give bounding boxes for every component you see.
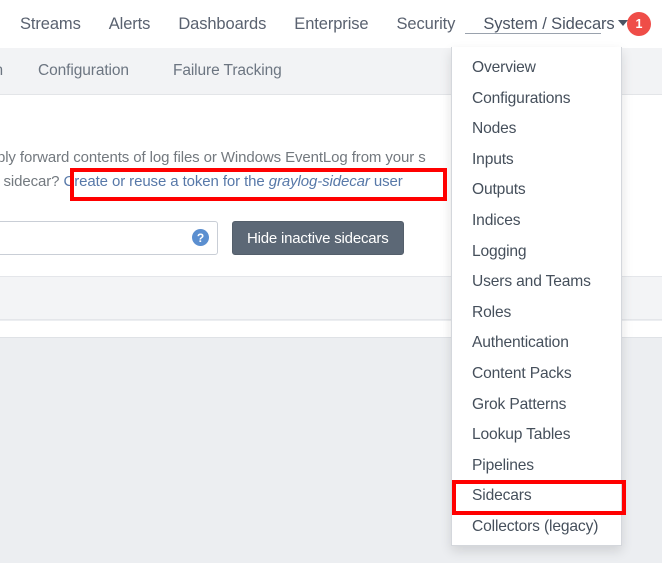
- token-link-text-before: Create or reuse a token for the: [63, 173, 269, 190]
- menu-item-content-packs[interactable]: Content Packs: [452, 359, 621, 390]
- menu-item-pipelines[interactable]: Pipelines: [452, 451, 621, 482]
- nav-item-alerts[interactable]: Alerts: [95, 16, 165, 33]
- menu-item-logging[interactable]: Logging: [452, 237, 621, 268]
- notification-badge[interactable]: 1: [627, 12, 651, 36]
- token-link-username: graylog-sidecar: [268, 173, 370, 190]
- subnav-item-failure-tracking[interactable]: Failure Tracking: [173, 62, 282, 80]
- nav-item-security[interactable]: Security: [383, 16, 470, 33]
- search-input[interactable]: [0, 221, 218, 255]
- nav-item-dashboards[interactable]: Dashboards: [164, 16, 280, 33]
- search-field-wrapper: ?: [0, 221, 218, 255]
- system-dropdown-menu: Overview Configurations Nodes Inputs Out…: [451, 47, 622, 546]
- nav-item-streams[interactable]: Streams: [6, 16, 95, 33]
- menu-item-inputs[interactable]: Inputs: [452, 145, 621, 176]
- menu-item-overview[interactable]: Overview: [452, 53, 621, 84]
- menu-item-nodes[interactable]: Nodes: [452, 114, 621, 145]
- page-description-line-2: or a sidecar? Create or reuse a token fo…: [0, 173, 403, 190]
- nav-dropdown-label: System / Sidecars: [483, 14, 615, 33]
- menu-item-configurations[interactable]: Configurations: [452, 84, 621, 115]
- menu-item-lookup-tables[interactable]: Lookup Tables: [452, 420, 621, 451]
- primary-navbar: Streams Alerts Dashboards Enterprise Sec…: [0, 0, 662, 48]
- menu-item-grok-patterns[interactable]: Grok Patterns: [452, 390, 621, 421]
- subnav-item-truncated[interactable]: on: [0, 62, 3, 80]
- nav-item-system-sidecars-dropdown[interactable]: System / Sidecars: [469, 16, 635, 33]
- app-screen: on Configuration Failure Tracking iew el…: [0, 0, 662, 563]
- menu-item-outputs[interactable]: Outputs: [452, 175, 621, 206]
- description-prefix: or a sidecar?: [0, 173, 60, 190]
- menu-item-authentication[interactable]: Authentication: [452, 328, 621, 359]
- question-mark-icon[interactable]: ?: [192, 229, 209, 246]
- menu-item-users-and-teams[interactable]: Users and Teams: [452, 267, 621, 298]
- nav-item-enterprise[interactable]: Enterprise: [280, 16, 382, 33]
- subnav-item-configuration[interactable]: Configuration: [38, 62, 129, 80]
- menu-item-indices[interactable]: Indices: [452, 206, 621, 237]
- menu-item-sidecars[interactable]: Sidecars: [452, 481, 621, 512]
- hide-inactive-sidecars-button[interactable]: Hide inactive sidecars: [232, 221, 404, 255]
- sidecar-search-row: ? Hide inactive sidecars: [0, 221, 404, 255]
- create-token-link[interactable]: Create or reuse a token for the graylog-…: [63, 173, 402, 190]
- token-link-text-after: user: [369, 173, 403, 190]
- menu-item-collectors-legacy[interactable]: Collectors (legacy): [452, 512, 621, 543]
- active-nav-underline: [465, 33, 601, 34]
- menu-item-roles[interactable]: Roles: [452, 298, 621, 329]
- page-description-line-1: eliably forward contents of log files or…: [0, 149, 426, 166]
